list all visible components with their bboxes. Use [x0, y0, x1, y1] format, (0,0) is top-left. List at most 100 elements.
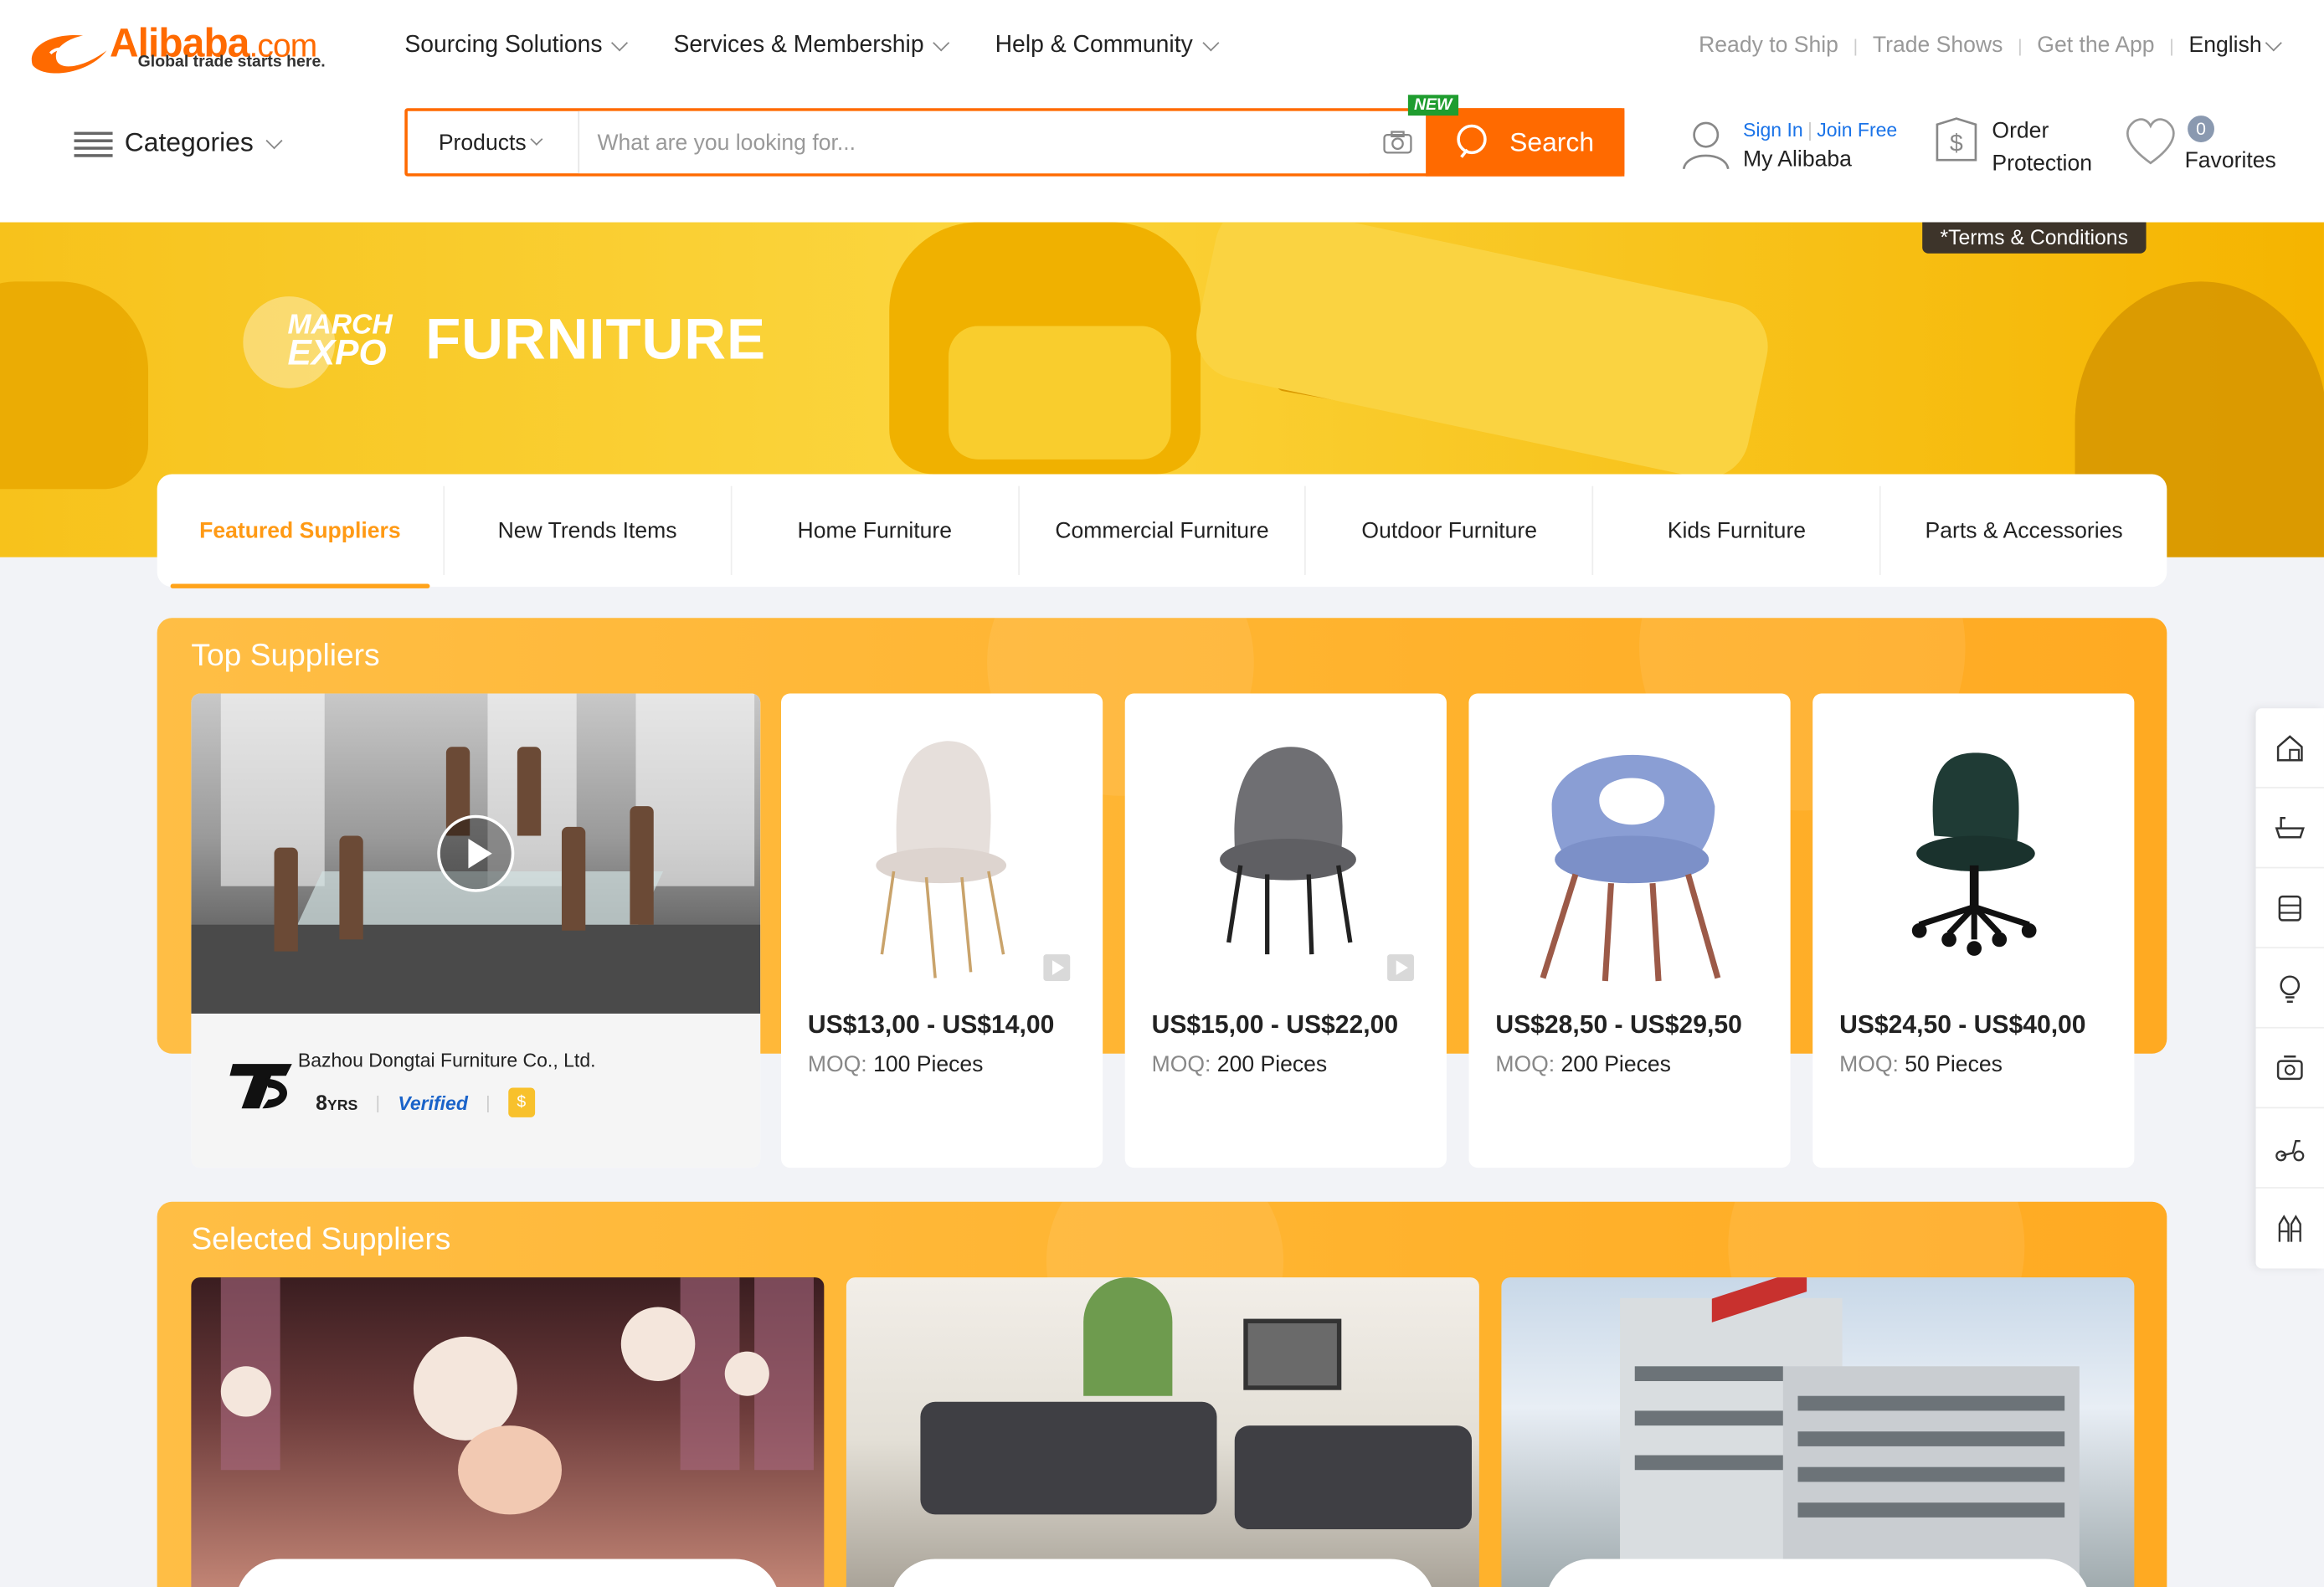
- supplier-info: Bazhou Dongtai Furniture Co., Ltd. 8YRS …: [191, 1013, 761, 1168]
- divider: |: [2018, 34, 2023, 56]
- verified-badge: Verified: [398, 1091, 468, 1114]
- favorites-label: Favorites: [2184, 148, 2276, 174]
- category-tabs: Featured Suppliers New Trends Items Home…: [157, 474, 2167, 588]
- product-price: US$28,50 - US$29,50: [1495, 1010, 1742, 1040]
- link-get-the-app[interactable]: Get the App: [2037, 33, 2154, 58]
- divider: |: [375, 1091, 381, 1113]
- supplier-info-pill: [235, 1559, 780, 1587]
- chevron-down-icon: [611, 34, 629, 52]
- nav-sourcing-solutions[interactable]: Sourcing Solutions: [404, 33, 632, 59]
- selected-supplier-card[interactable]: [846, 1277, 1479, 1587]
- tab-parts-accessories[interactable]: Parts & Accessories: [1881, 486, 2167, 575]
- divider: |: [1807, 118, 1812, 141]
- product-image: [876, 741, 1007, 978]
- tools-icon[interactable]: [2256, 1189, 2324, 1269]
- protection-label: Protection: [1992, 151, 2093, 177]
- product-card[interactable]: US$13,00 - US$14,00 MOQ: 100 Pieces: [781, 693, 1103, 1168]
- tab-home-furniture[interactable]: Home Furniture: [732, 485, 1020, 575]
- divider: |: [486, 1091, 491, 1113]
- cabinet-icon[interactable]: [2255, 868, 2324, 949]
- product-moq: MOQ: 200 Pieces: [1151, 1051, 1328, 1078]
- menu-list-icon: [74, 130, 113, 157]
- terms-conditions-link[interactable]: *Terms & Conditions: [1922, 222, 2147, 254]
- supplier-info-pill: [891, 1559, 1435, 1587]
- top-links: Ready to Ship | Trade Shows | Get the Ap…: [1699, 33, 2285, 58]
- selected-supplier-card[interactable]: [1501, 1277, 2135, 1587]
- divider: |: [2169, 34, 2174, 56]
- favorites-count-badge: 0: [2188, 116, 2214, 142]
- chevron-down-icon: [265, 131, 283, 149]
- sign-in-link[interactable]: Sign In: [1743, 119, 1803, 141]
- page: Alibaba.com Global trade starts here. So…: [0, 0, 2324, 1587]
- scooter-icon[interactable]: [2255, 1108, 2324, 1189]
- product-moq: MOQ: 50 Pieces: [1839, 1051, 2003, 1078]
- nav-help-community[interactable]: Help & Community: [995, 33, 1223, 59]
- product-price: US$24,50 - US$40,00: [1839, 1010, 2086, 1040]
- tab-commercial-furniture[interactable]: Commercial Furniture: [1019, 485, 1307, 575]
- order-label: Order: [1992, 118, 2049, 144]
- tv-image: [1243, 1318, 1342, 1390]
- product-moq: MOQ: 100 Pieces: [807, 1051, 984, 1078]
- supplier-name[interactable]: Bazhou Dongtai Furniture Co., Ltd.: [298, 1049, 596, 1071]
- product-price: US$15,00 - US$22,00: [1151, 1010, 1399, 1040]
- search-input[interactable]: [579, 110, 1370, 174]
- nav-services-membership[interactable]: Services & Membership: [674, 33, 954, 59]
- my-alibaba-link[interactable]: My Alibaba: [1743, 146, 1897, 172]
- search-button[interactable]: NEW Search: [1407, 95, 1625, 177]
- search-bar: Products NEW Search: [404, 95, 1625, 177]
- link-ready-to-ship[interactable]: Ready to Ship: [1699, 33, 1838, 58]
- chevron-down-icon: [530, 132, 543, 146]
- sofa-image: [0, 281, 149, 490]
- heart-icon: [2126, 118, 2175, 165]
- category-sidebar: [2255, 708, 2324, 1269]
- supplier-video-card[interactable]: Bazhou Dongtai Furniture Co., Ltd. 8YRS …: [191, 693, 761, 1168]
- link-trade-shows[interactable]: Trade Shows: [1873, 33, 2003, 58]
- home-furniture-icon[interactable]: [2255, 708, 2324, 788]
- logo-tagline: Global trade starts here.: [137, 53, 326, 71]
- product-image: [1911, 752, 2037, 956]
- product-card[interactable]: US$15,00 - US$22,00 MOQ: 200 Pieces: [1124, 693, 1447, 1168]
- divider: |: [1853, 34, 1859, 56]
- join-free-link[interactable]: Join Free: [1817, 119, 1897, 141]
- supplier-info-pill: [1545, 1559, 2090, 1587]
- section-title: Top Suppliers: [191, 639, 380, 673]
- lightbulb-icon[interactable]: [2255, 948, 2324, 1029]
- svg-text:$: $: [1950, 131, 1963, 157]
- product-card[interactable]: US$24,50 - US$40,00 MOQ: 50 Pieces: [1812, 693, 2135, 1168]
- banner-title: FURNITURE: [425, 308, 766, 372]
- header: Alibaba.com Global trade starts here. So…: [0, 0, 2324, 223]
- user-icon: [1682, 121, 1730, 170]
- shield-dollar-icon: $: [1936, 117, 1977, 162]
- march-expo-logo: MARCH EXPO: [243, 296, 397, 388]
- alibaba-logo[interactable]: Alibaba.com Global trade starts here.: [23, 18, 364, 77]
- product-image: [1540, 754, 1721, 982]
- tab-kids-furniture[interactable]: Kids Furniture: [1594, 485, 1881, 575]
- tab-outdoor-furniture[interactable]: Outdoor Furniture: [1306, 485, 1594, 575]
- product-moq: MOQ: 200 Pieces: [1495, 1051, 1671, 1078]
- search-type-dropdown[interactable]: Products: [408, 110, 580, 174]
- chevron-down-icon: [2265, 33, 2282, 51]
- favorites[interactable]: 0 Favorites: [2122, 116, 2276, 173]
- bathtub-icon[interactable]: [2255, 788, 2324, 869]
- categories-menu[interactable]: Categories: [74, 127, 286, 158]
- chevron-down-icon: [1201, 34, 1219, 52]
- product-image: [1220, 747, 1356, 955]
- categories-label: Categories: [124, 127, 254, 157]
- alibaba-smile-icon: [31, 35, 107, 74]
- product-card[interactable]: US$28,50 - US$29,50 MOQ: 200 Pieces: [1468, 693, 1791, 1168]
- search-icon: [1458, 124, 1488, 158]
- top-nav: Sourcing Solutions Services & Membership…: [404, 33, 1222, 59]
- new-badge: NEW: [1407, 95, 1458, 116]
- tab-new-trends-items[interactable]: New Trends Items: [445, 485, 733, 575]
- gold-supplier-icon: $: [507, 1087, 535, 1117]
- language-selector[interactable]: English: [2189, 33, 2285, 58]
- selected-supplier-card[interactable]: [191, 1277, 825, 1587]
- search-button-label: Search: [1509, 126, 1595, 157]
- tab-featured-suppliers[interactable]: Featured Suppliers: [157, 485, 445, 588]
- play-icon[interactable]: [437, 814, 515, 892]
- kitchen-icon[interactable]: [2255, 1029, 2324, 1109]
- order-protection[interactable]: $ Order Protection: [1933, 116, 2092, 181]
- video-icon: [1043, 954, 1071, 982]
- armchair-seat: [949, 326, 1171, 460]
- camera-icon[interactable]: [1370, 111, 1426, 173]
